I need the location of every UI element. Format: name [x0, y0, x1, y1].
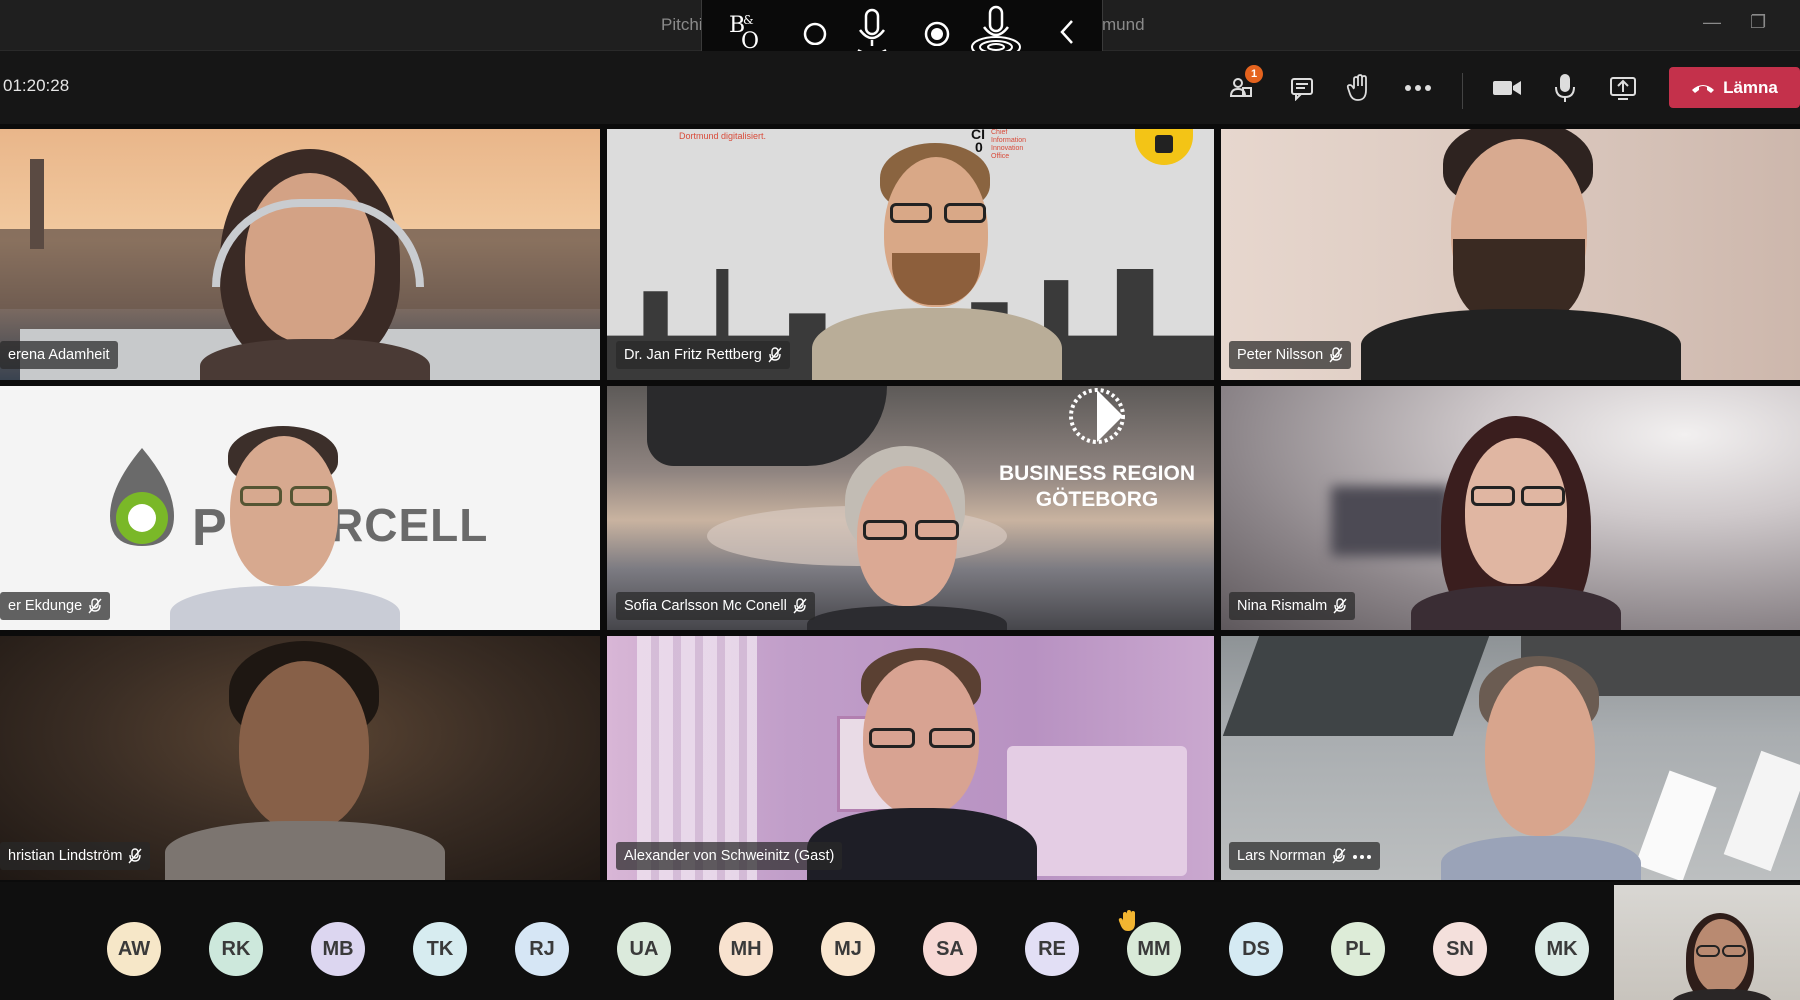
microphone-off-icon — [88, 598, 102, 614]
microphone-off-icon — [768, 347, 782, 363]
participant-avatar[interactable]: RJ — [515, 922, 569, 976]
window-title-right: mund — [1102, 15, 1145, 34]
more-options-icon[interactable] — [1352, 848, 1372, 864]
participant-name-tag: Nina Rismalm — [1229, 592, 1356, 620]
video-tile[interactable]: Nina Rismalm — [1221, 386, 1800, 630]
participant-name: Peter Nilsson — [1237, 347, 1324, 363]
participant-avatar[interactable]: TK — [413, 922, 467, 976]
video-tile[interactable]: Alexander von Schweinitz (Gast) — [607, 636, 1214, 880]
chat-button[interactable] — [1283, 69, 1321, 107]
hang-up-icon — [1692, 84, 1715, 93]
video-tile[interactable]: P RCELL er Ekdunge — [0, 386, 600, 630]
logo-text-right: RCELL — [330, 499, 489, 551]
microphone-button[interactable] — [1546, 69, 1584, 107]
video-tile[interactable]: hristian Lindström — [0, 636, 600, 880]
participant-name-tag: hristian Lindström — [0, 842, 151, 870]
participant-avatar[interactable]: AW — [107, 922, 161, 976]
participant-name: Alexander von Schweinitz (Gast) — [624, 848, 835, 864]
participant-avatar[interactable]: UA — [617, 922, 671, 976]
participant-name: er Ekdunge — [8, 598, 83, 614]
participant-name-tag: Alexander von Schweinitz (Gast) — [616, 842, 843, 870]
video-tile[interactable]: Dortmund digitalisiert. CI 0 Chief Infor… — [607, 129, 1214, 380]
video-tile[interactable]: Peter Nilsson — [1221, 129, 1800, 380]
participant-avatar[interactable]: SA — [923, 922, 977, 976]
camera-icon — [1493, 81, 1521, 95]
participant-avatar[interactable]: SN — [1433, 922, 1487, 976]
window-title-left: Pitchi — [661, 15, 703, 34]
participant-name-tag: Dr. Jan Fritz Rettberg — [616, 341, 790, 369]
meeting-timer: 01:20:28 — [3, 76, 70, 95]
participant-name: Dr. Jan Fritz Rettberg — [624, 347, 762, 363]
participant-name-tag: Sofia Carlsson Mc Conell — [616, 592, 815, 620]
share-icon — [1610, 77, 1636, 100]
camera-button[interactable] — [1488, 69, 1526, 107]
participant-avatar[interactable]: MB — [311, 922, 365, 976]
meeting-toolbar: 01:20:28 1 Lämna — [0, 51, 1800, 124]
toolbar-divider — [1462, 73, 1463, 109]
microphone-off-icon — [1332, 848, 1346, 864]
participant-avatar[interactable]: MH — [719, 922, 773, 976]
microphone-off-icon — [128, 848, 142, 864]
raise-hand-button[interactable] — [1340, 69, 1378, 107]
participant-name: Lars Norrman — [1237, 848, 1326, 864]
participants-badge: 1 — [1245, 65, 1263, 83]
participant-name: Sofia Carlsson Mc Conell — [624, 598, 787, 614]
dortmund-crest-logo — [1135, 129, 1193, 165]
chat-icon — [1291, 78, 1313, 101]
more-actions-button[interactable] — [1399, 69, 1437, 107]
minimize-button[interactable]: — — [1703, 12, 1721, 33]
participants-button[interactable]: 1 — [1223, 65, 1263, 107]
restore-button[interactable]: ❐ — [1750, 12, 1766, 33]
participant-name-tag: er Ekdunge — [0, 592, 111, 620]
leave-button[interactable]: Lämna — [1669, 67, 1800, 108]
svg-text:&: & — [743, 13, 754, 27]
participant-avatar[interactable]: RK — [209, 922, 263, 976]
more-icon — [1405, 85, 1431, 91]
participant-avatar[interactable]: PL — [1331, 922, 1385, 976]
raised-hand-icon — [1118, 910, 1138, 937]
share-screen-button[interactable] — [1604, 69, 1642, 107]
microphone-off-icon — [1329, 347, 1343, 363]
mic-icon — [1555, 74, 1575, 102]
participant-strip — [0, 882, 1800, 1000]
hand-icon — [1346, 74, 1367, 101]
microphone-off-icon — [1333, 598, 1347, 614]
participant-avatar[interactable]: MJ — [821, 922, 875, 976]
participant-name-tag: erena Adamheit — [0, 341, 118, 369]
participant-name-tag: Lars Norrman — [1229, 842, 1380, 870]
powercell-logo — [100, 446, 184, 556]
participant-name: hristian Lindström — [8, 848, 123, 864]
participant-avatar[interactable]: RE — [1025, 922, 1079, 976]
video-tile[interactable]: Lars Norrman — [1221, 636, 1800, 880]
self-view-video[interactable] — [1614, 885, 1800, 1000]
video-tile[interactable]: erena Adamheit — [0, 129, 600, 380]
microphone-off-icon — [793, 598, 807, 614]
participant-avatar[interactable]: DS — [1229, 922, 1283, 976]
business-region-logo-icon — [1057, 386, 1137, 446]
video-tile[interactable]: BUSINESS REGION GÖTEBORG Sofia Carlsson … — [607, 386, 1214, 630]
participant-name: erena Adamheit — [8, 347, 110, 363]
logo-text-left: P — [192, 499, 227, 557]
participant-name-tag: Peter Nilsson — [1229, 341, 1352, 369]
background-caption: Dortmund digitalisiert. — [679, 131, 767, 141]
participant-name: Nina Rismalm — [1237, 598, 1328, 614]
participant-avatar[interactable]: MK — [1535, 922, 1589, 976]
leave-label: Lämna — [1723, 77, 1778, 97]
business-region-logo: BUSINESS REGION GÖTEBORG — [998, 462, 1196, 511]
